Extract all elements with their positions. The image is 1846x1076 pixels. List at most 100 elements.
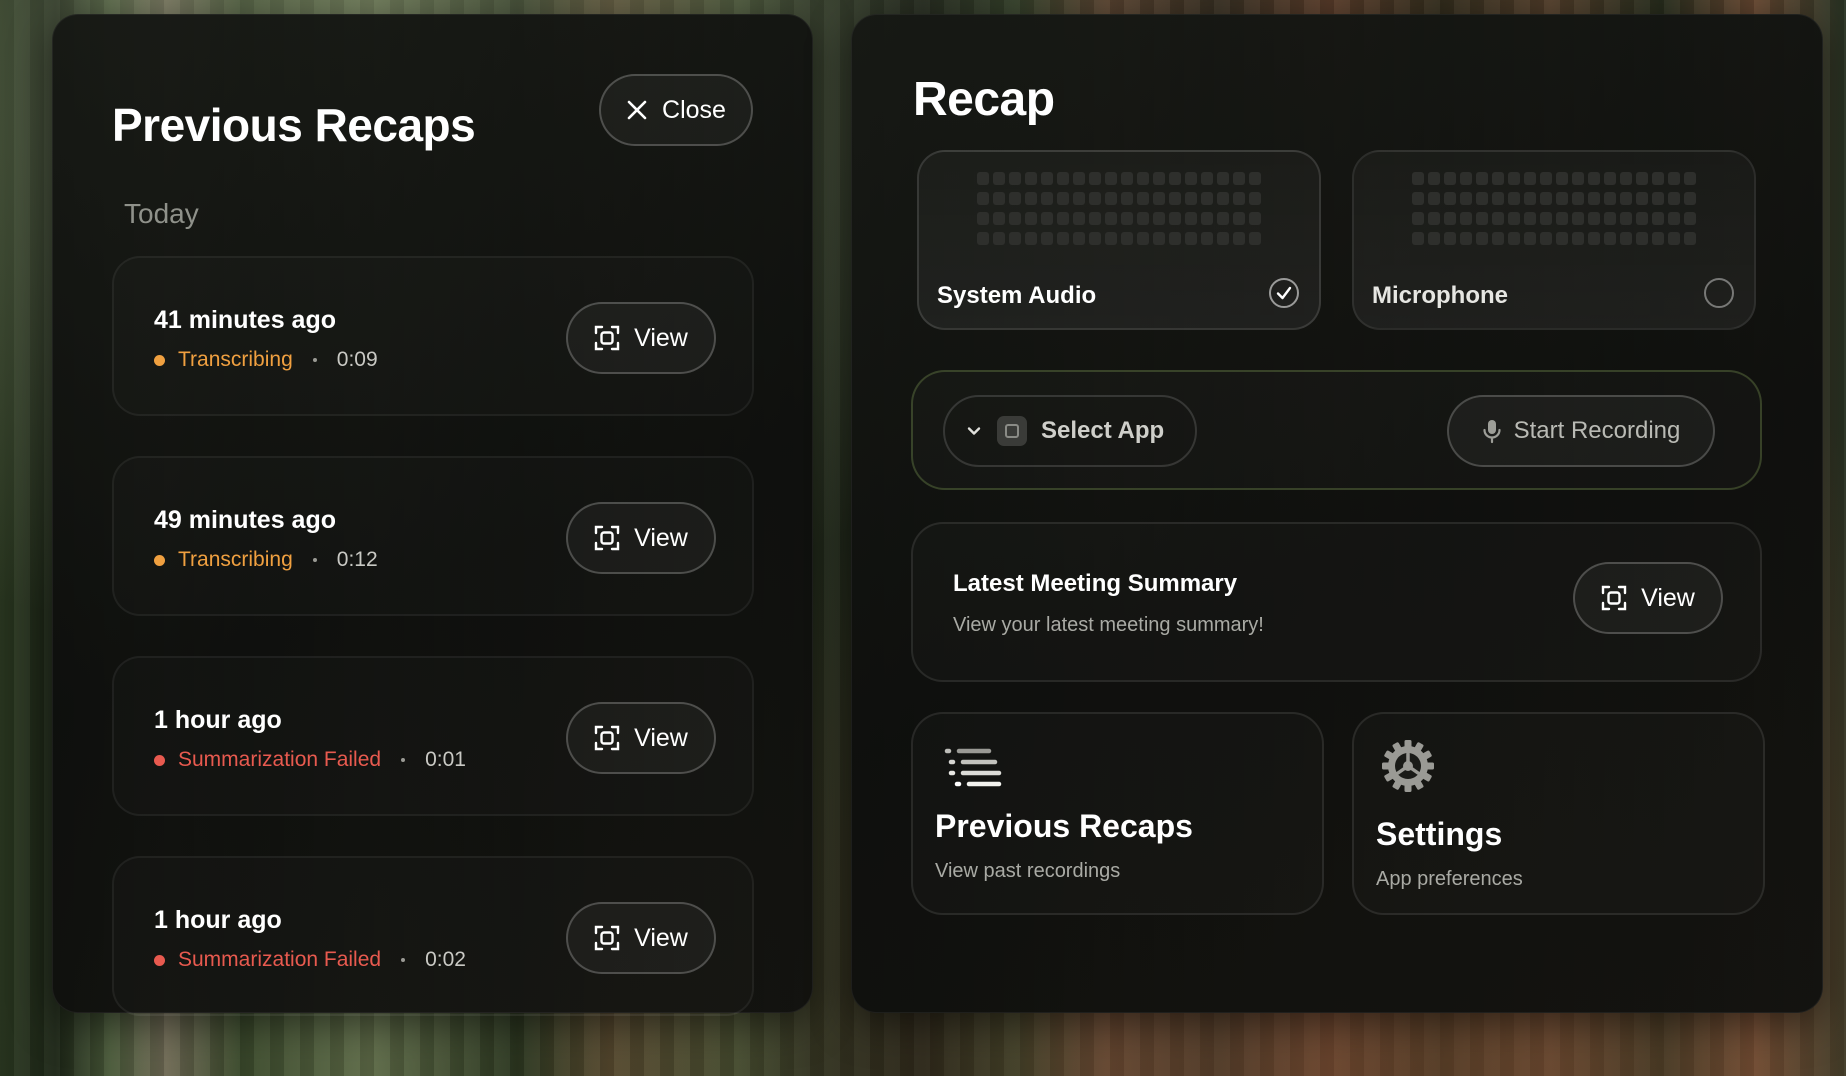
meter-cell <box>1652 232 1664 245</box>
meter-cell <box>1073 212 1085 225</box>
meter-cell <box>1444 192 1456 205</box>
meter-cell <box>1249 232 1261 245</box>
close-button[interactable]: Close <box>599 74 753 146</box>
chevron-down-icon <box>967 427 981 435</box>
recap-card: 49 minutes ago Transcribing 0:12 View <box>112 456 754 616</box>
view-icon <box>594 325 620 351</box>
meter-cell <box>993 212 1005 225</box>
view-button[interactable]: View <box>566 502 716 574</box>
meter-cell <box>1041 232 1053 245</box>
meter-cell <box>977 232 989 245</box>
recap-status-row: Summarization Failed 0:02 <box>154 948 466 972</box>
meter-cell <box>1492 192 1504 205</box>
microphone-radio[interactable] <box>1704 278 1734 308</box>
status-dot <box>154 354 165 366</box>
meter-cell <box>1412 172 1424 185</box>
status-dot <box>154 754 165 766</box>
previous-recaps-panel: Previous Recaps Close Today 41 minutes a… <box>52 14 813 1016</box>
system-audio-checkbox[interactable] <box>1269 278 1299 308</box>
section-today: Today <box>124 198 199 229</box>
meter-cell <box>1201 232 1213 245</box>
previous-recaps-tile[interactable]: Previous Recaps View past recordings <box>911 712 1324 915</box>
select-app-dropdown[interactable]: Select App <box>943 395 1197 467</box>
audio-level-meter <box>977 172 1261 245</box>
start-recording-button[interactable]: Start Recording <box>1447 395 1715 467</box>
meter-cell <box>1652 192 1664 205</box>
panel-title: Recap <box>913 73 1055 126</box>
meter-cell <box>993 172 1005 185</box>
meter-cell <box>1249 192 1261 205</box>
meter-cell <box>1041 212 1053 225</box>
microphone-icon <box>1483 420 1501 444</box>
view-button[interactable]: View <box>566 702 716 774</box>
separator-dot <box>312 558 317 562</box>
meter-cell <box>1428 212 1440 225</box>
meter-cell <box>1556 232 1568 245</box>
system-audio-tile[interactable]: System Audio <box>917 150 1321 330</box>
meter-cell <box>1588 212 1600 225</box>
meter-cell <box>1636 212 1648 225</box>
meter-cell <box>1444 232 1456 245</box>
meter-cell <box>1428 192 1440 205</box>
meter-cell <box>1460 192 1472 205</box>
meter-cell <box>1057 212 1069 225</box>
meter-cell <box>1025 192 1037 205</box>
nav-title: Previous Recaps <box>935 808 1193 844</box>
meter-cell <box>1524 212 1536 225</box>
meter-cell <box>977 192 989 205</box>
meter-cell <box>1089 232 1101 245</box>
meter-cell <box>1105 192 1117 205</box>
view-button[interactable]: View <box>566 302 716 374</box>
start-recording-label: Start Recording <box>1513 417 1681 444</box>
recap-status-row: Transcribing 0:12 <box>154 548 378 572</box>
recap-status-row: Summarization Failed 0:01 <box>154 748 466 772</box>
meter-cell <box>1684 232 1696 245</box>
meter-cell <box>1492 212 1504 225</box>
meter-cell <box>1524 232 1536 245</box>
status-dot <box>154 954 165 966</box>
summary-subtitle: View your latest meeting summary! <box>953 614 1264 636</box>
meter-cell <box>1233 212 1245 225</box>
meter-cell <box>1508 192 1520 205</box>
meter-cell <box>1524 192 1536 205</box>
nav-subtitle: App preferences <box>1376 868 1523 890</box>
meter-cell <box>1089 172 1101 185</box>
separator-dot <box>401 958 406 962</box>
view-icon <box>1601 585 1627 611</box>
meter-cell <box>1476 232 1488 245</box>
meter-cell <box>1217 192 1229 205</box>
recap-duration: 0:12 <box>336 548 378 571</box>
meter-cell <box>1025 172 1037 185</box>
meter-cell <box>1169 172 1181 185</box>
recap-time: 1 hour ago <box>154 706 282 734</box>
meter-cell <box>1652 212 1664 225</box>
meter-cell <box>1540 232 1552 245</box>
meter-cell <box>1249 172 1261 185</box>
meter-cell <box>1620 192 1632 205</box>
recap-time: 1 hour ago <box>154 906 282 934</box>
view-label: View <box>1641 583 1695 612</box>
meter-cell <box>1428 172 1440 185</box>
settings-tile[interactable]: Settings App preferences <box>1352 712 1765 915</box>
meter-cell <box>1620 232 1632 245</box>
meter-cell <box>1009 212 1021 225</box>
meter-cell <box>1105 212 1117 225</box>
meter-cell <box>1233 172 1245 185</box>
source-label: Microphone <box>1372 282 1508 309</box>
view-summary-button[interactable]: View <box>1573 562 1723 634</box>
microphone-tile[interactable]: Microphone <box>1352 150 1756 330</box>
meter-cell <box>1428 232 1440 245</box>
meter-cell <box>1073 192 1085 205</box>
meter-cell <box>1636 172 1648 185</box>
meter-cell <box>1668 192 1680 205</box>
view-button[interactable]: View <box>566 902 716 974</box>
view-label: View <box>634 523 688 552</box>
meter-cell <box>1041 172 1053 185</box>
meter-cell <box>1121 172 1133 185</box>
meter-cell <box>1009 232 1021 245</box>
meter-cell <box>1684 192 1696 205</box>
view-icon <box>594 925 620 951</box>
recording-controls: Select App Start Recording <box>911 370 1762 490</box>
meter-cell <box>1169 232 1181 245</box>
meter-cell <box>1540 172 1552 185</box>
